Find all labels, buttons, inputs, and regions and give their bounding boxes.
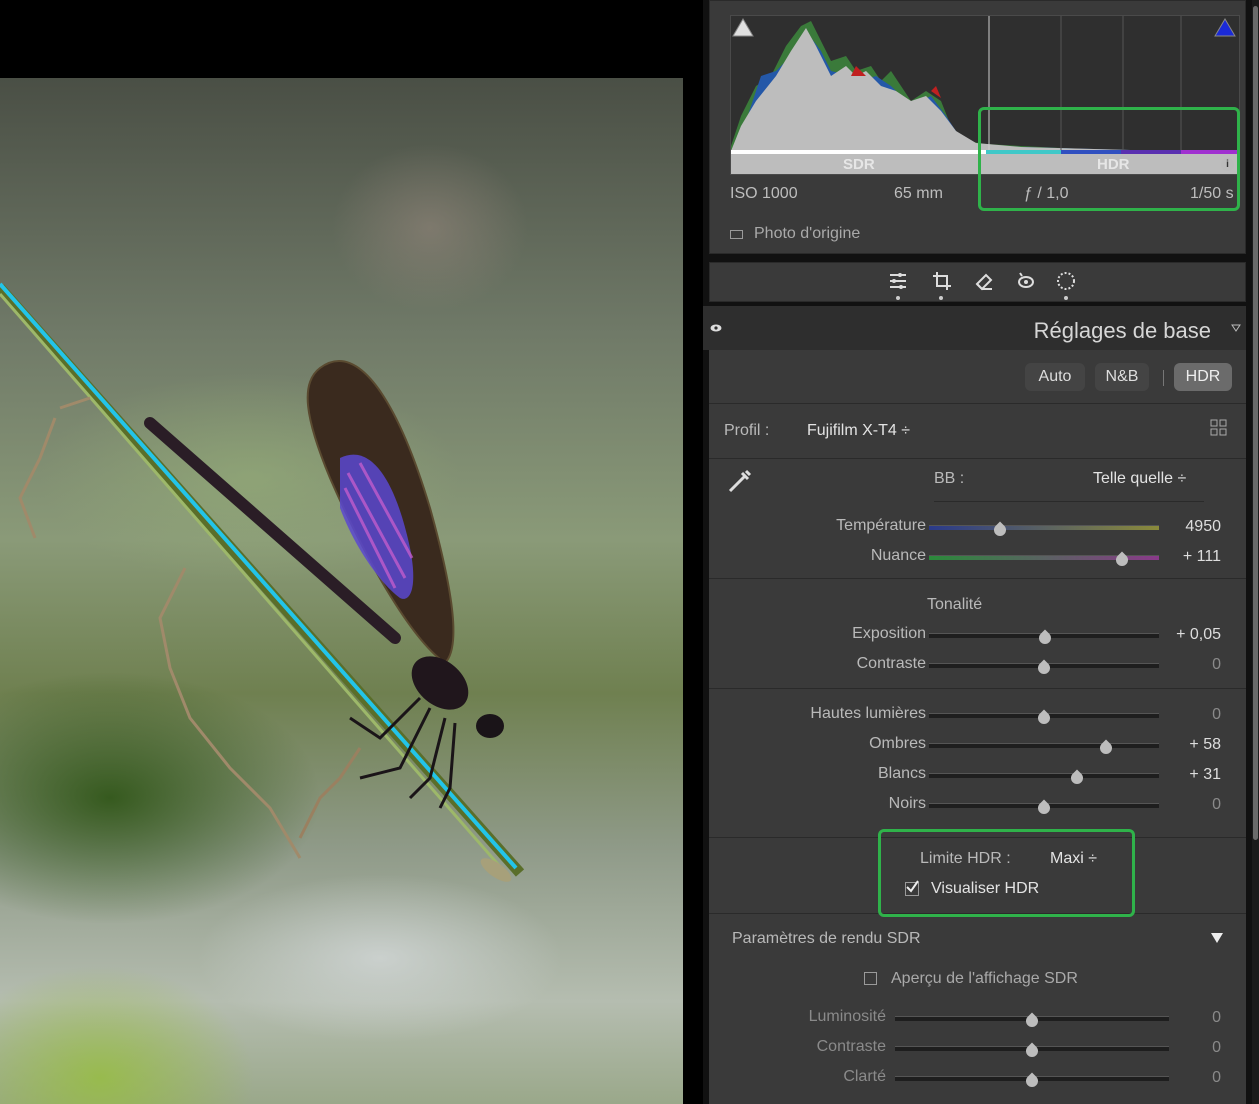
damselfly-photo[interactable] (0, 78, 683, 1104)
wb-underline (934, 501, 1204, 502)
sdr-contrast-label: Contraste (816, 1038, 886, 1055)
temperature-label: Température (836, 517, 926, 534)
divider (709, 688, 1246, 689)
photo-viewer (0, 0, 703, 1104)
exposure-slider[interactable] (929, 633, 1159, 638)
scrollbar[interactable] (1252, 0, 1259, 1104)
tint-slider[interactable] (929, 555, 1159, 560)
divider (709, 458, 1246, 459)
sdr-preview-checkbox[interactable] (864, 972, 877, 985)
whites-label: Blancs (877, 765, 926, 782)
temperature-value[interactable]: 4950 (1185, 518, 1221, 536)
shadows-label: Ombres (869, 735, 926, 752)
crop-icon[interactable] (932, 271, 952, 291)
highlight-clip-icon[interactable] (1214, 18, 1236, 37)
blacks-value[interactable]: 0 (1212, 796, 1221, 814)
wb-label: BB : (934, 470, 965, 487)
whites-value[interactable]: + 31 (1189, 766, 1221, 784)
basic-section-header[interactable]: Réglages de base (703, 306, 1246, 350)
button-separator (1163, 370, 1164, 386)
blacks-label: Noirs (888, 795, 926, 812)
basic-panel: Auto N&B HDR Profil : Fujifilm X-T4 ÷ BB… (709, 350, 1246, 1104)
tint-label: Nuance (870, 547, 926, 564)
scrollbar-thumb[interactable] (1253, 6, 1258, 840)
contrast-value[interactable]: 0 (1212, 656, 1221, 674)
right-panel: SDR HDR i ISO 1000 65 mm ƒ / 1,0 1/50 s … (703, 0, 1259, 1104)
red-eye-icon[interactable] (1016, 271, 1036, 291)
eyedropper-icon[interactable] (726, 465, 756, 495)
whites-slider[interactable] (929, 773, 1159, 778)
hdr-limit-highlight-box (878, 829, 1135, 917)
tint-value[interactable]: + 111 (1183, 548, 1221, 566)
exposure-value[interactable]: + 0,05 (1176, 626, 1221, 644)
sdr-contrast-value[interactable]: 0 (1212, 1039, 1221, 1057)
exposure-label: Exposition (852, 625, 926, 642)
collapse-icon[interactable] (1231, 324, 1241, 332)
crop-dot (939, 296, 943, 300)
original-photo-label[interactable]: Photo d'origine (754, 225, 860, 243)
divider (709, 403, 1246, 404)
active-dot (896, 296, 900, 300)
clarity-label: Clarté (843, 1068, 886, 1085)
exif-focal: 65 mm (894, 185, 943, 202)
sdr-settings-header[interactable]: Paramètres de rendu SDR (732, 930, 921, 948)
hdr-highlight-box (978, 107, 1240, 211)
wb-select[interactable]: Telle quelle ÷ (1093, 470, 1186, 488)
highlights-label: Hautes lumières (810, 705, 926, 722)
sdr-label: SDR (843, 156, 875, 173)
grid-icon[interactable] (1210, 419, 1228, 437)
shadows-slider[interactable] (929, 743, 1159, 748)
tone-header: Tonalité (927, 596, 983, 613)
sdr-preview-label[interactable]: Aperçu de l'affichage SDR (891, 970, 1078, 988)
triangle-down-icon[interactable] (1211, 932, 1223, 944)
brightness-label: Luminosité (808, 1008, 886, 1025)
eye-icon[interactable] (710, 324, 722, 332)
brightness-value[interactable]: 0 (1212, 1009, 1221, 1027)
contrast-label: Contraste (856, 655, 926, 672)
profile-label: Profil : (724, 422, 770, 439)
bw-button[interactable]: N&B (1095, 363, 1149, 391)
mask-dot (1064, 296, 1068, 300)
mask-icon[interactable] (1056, 271, 1076, 291)
highlights-slider[interactable] (929, 713, 1159, 718)
blacks-slider[interactable] (929, 803, 1159, 808)
temperature-slider[interactable] (929, 525, 1159, 530)
clarity-slider[interactable] (895, 1076, 1169, 1081)
shadows-value[interactable]: + 58 (1189, 736, 1221, 754)
clarity-value[interactable]: 0 (1212, 1069, 1221, 1087)
auto-button[interactable]: Auto (1025, 363, 1085, 391)
divider (709, 578, 1246, 579)
brightness-slider[interactable] (895, 1016, 1169, 1021)
tool-strip (709, 262, 1246, 302)
shadow-clip-icon[interactable] (732, 18, 754, 37)
sdr-contrast-slider[interactable] (895, 1046, 1169, 1051)
sliders-icon[interactable] (888, 271, 908, 291)
original-photo-checkbox[interactable] (730, 230, 743, 239)
section-title: Réglages de base (1033, 318, 1211, 343)
profile-select[interactable]: Fujifilm X-T4 ÷ (807, 422, 910, 440)
eraser-icon[interactable] (974, 271, 994, 291)
hdr-button[interactable]: HDR (1174, 363, 1232, 391)
contrast-slider[interactable] (929, 663, 1159, 668)
highlights-value[interactable]: 0 (1212, 706, 1221, 724)
exif-iso: ISO 1000 (730, 185, 798, 202)
